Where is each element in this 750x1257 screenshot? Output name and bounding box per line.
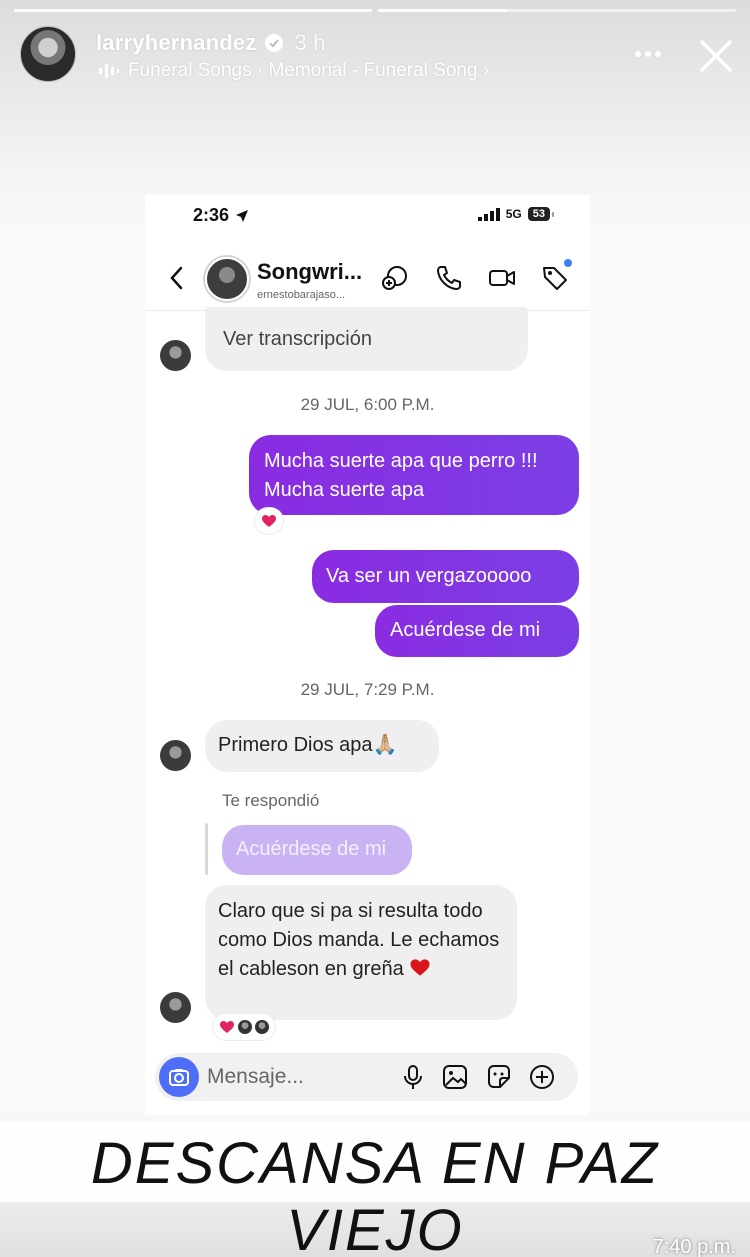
network-label: 5G [505, 207, 522, 221]
sender-avatar [160, 340, 191, 371]
outgoing-message-3[interactable]: Acuérdese de mi [375, 605, 579, 657]
reactions-row[interactable] [213, 1014, 275, 1040]
incoming-message-2-text: Claro que si pa si resulta todo como Dio… [218, 900, 500, 980]
story-username-row[interactable]: larryhernandez 3 h [96, 30, 326, 56]
chat-header: Songwri... ernestobarajaso... [145, 247, 590, 311]
outgoing-message-2[interactable]: Va ser un vergazooooo [312, 550, 579, 603]
camera-icon[interactable] [159, 1057, 199, 1097]
reactor-avatar [238, 1020, 252, 1034]
transcript-link[interactable]: Ver transcripción [223, 325, 372, 354]
status-indicators: 5G 53 [477, 207, 555, 221]
chat-handle: ernestobarajaso... [257, 289, 346, 301]
story-username[interactable]: larryhernandez [96, 30, 257, 56]
incoming-message-2[interactable]: Claro que si pa si resulta todo como Dio… [205, 885, 517, 1020]
add-friend-icon[interactable] [380, 263, 410, 293]
verified-badge-icon [264, 34, 283, 52]
music-bars-icon [99, 64, 119, 78]
sender-avatar [160, 740, 191, 771]
story-progress-2 [378, 9, 736, 12]
heart-icon [220, 1021, 234, 1033]
chat-name[interactable]: Songwri... [257, 259, 362, 285]
notification-dot [564, 259, 572, 267]
video-icon[interactable] [487, 263, 517, 293]
bottom-time: 7:40 p.m. [652, 1236, 736, 1257]
story-caption: DESCANSA EN PAZ VIEJO [90, 1131, 660, 1257]
reply-label: Te respondió [222, 791, 320, 810]
incoming-message-1[interactable]: Primero Dios apa🙏🏼 [205, 720, 439, 772]
story-song-link[interactable]: Funeral Songs · Memorial - Funeral Song … [98, 60, 489, 82]
story-avatar[interactable] [20, 26, 76, 82]
status-time: 2:36 [193, 205, 249, 226]
tag-icon[interactable] [540, 259, 572, 293]
message-input[interactable]: Mensaje... [207, 1065, 304, 1089]
battery-badge: 53 [527, 207, 555, 221]
story-time: 3 h [294, 30, 326, 55]
sender-avatar [160, 992, 191, 1023]
chat-avatar[interactable] [205, 257, 249, 301]
signal-icon [477, 207, 500, 221]
close-icon[interactable] [696, 36, 736, 76]
dm-screenshot: 2:36 5G 53 Songwri... ernestobarajaso...… [145, 195, 590, 1115]
more-dots-icon[interactable] [632, 44, 664, 64]
heart-icon [262, 515, 276, 527]
phone-icon[interactable] [434, 263, 464, 293]
message-composer[interactable]: Mensaje... [155, 1053, 578, 1101]
image-icon[interactable] [441, 1063, 469, 1091]
mic-icon[interactable] [399, 1063, 427, 1091]
story-progress-1 [14, 9, 372, 12]
outgoing-message-1[interactable]: Mucha suerte apa que perro !!! Mucha sue… [249, 435, 579, 515]
reactor-avatar [255, 1020, 269, 1034]
heart-icon [410, 959, 430, 976]
location-arrow-icon [236, 209, 249, 222]
plus-circle-icon[interactable] [528, 1063, 556, 1091]
reaction-heart[interactable] [255, 508, 283, 534]
back-chevron-icon[interactable] [165, 263, 189, 293]
reply-bar [205, 823, 208, 875]
voice-message-bubble[interactable]: Ver transcripción [205, 307, 528, 371]
story-song-label: Funeral Songs · Memorial - Funeral Song … [128, 60, 490, 81]
timestamp-2: 29 JUL, 7:29 P.M. [300, 680, 435, 699]
status-time-label: 2:36 [193, 205, 230, 225]
timestamp-1: 29 JUL, 6:00 P.M. [300, 395, 435, 414]
reply-quote-bubble[interactable]: Acuérdese de mi [222, 825, 412, 875]
sticker-icon[interactable] [485, 1063, 513, 1091]
